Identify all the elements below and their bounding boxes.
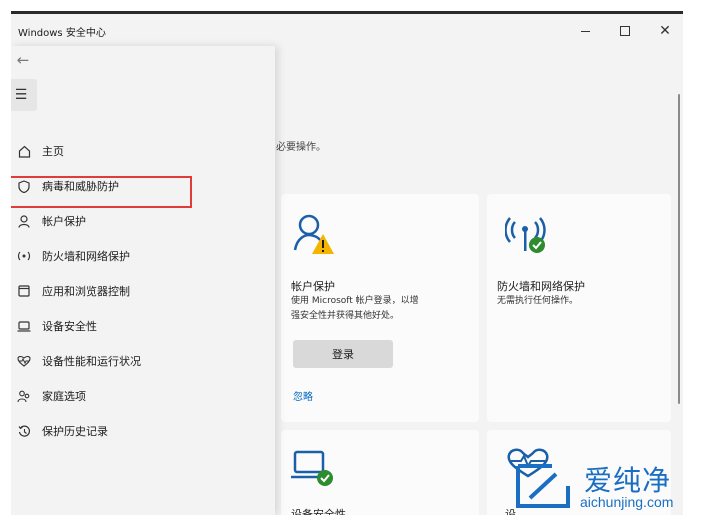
back-button[interactable]: ← xyxy=(11,48,35,72)
nav-label-app-browser-control: 应用和浏览器控制 xyxy=(42,285,130,298)
sign-in-button[interactable]: 登录 xyxy=(293,340,393,368)
nav-item-protection-history[interactable]: 保护历史记录 xyxy=(11,416,261,446)
nav-label-firewall: 防火墙和网络保护 xyxy=(42,250,130,263)
laptop-check-icon xyxy=(291,450,333,486)
maximize-button[interactable] xyxy=(611,20,639,42)
hamburger-icon: ☰ xyxy=(14,87,28,103)
back-arrow-icon: ← xyxy=(16,51,30,69)
wifi-check-icon xyxy=(505,217,546,253)
nav-item-app-browser-control[interactable]: 应用和浏览器控制 xyxy=(11,276,261,306)
ignore-link[interactable]: 忽略 xyxy=(293,388,313,403)
home-icon xyxy=(14,145,34,158)
nav-item-home[interactable]: 主页 xyxy=(11,136,261,166)
close-icon: ✕ xyxy=(659,23,671,39)
history-icon xyxy=(14,425,34,438)
nav-label-account-protection: 帐户保护 xyxy=(42,215,86,228)
maximize-icon xyxy=(620,26,630,36)
security-window: Windows 安全中心 ✕ 必要操作。 帐户保护 使用 Microsoft 帐… xyxy=(11,14,683,515)
device-security-card[interactable]: 设备安全性 xyxy=(281,430,479,515)
nav-label-family-options: 家庭选项 xyxy=(42,390,86,403)
device-security-card-title: 设备安全性 xyxy=(291,508,346,515)
account-warning-icon xyxy=(293,214,334,254)
account-card-title: 帐户保护 xyxy=(291,280,335,293)
nav-label-device-performance: 设备性能和运行状况 xyxy=(42,355,141,368)
watermark-domain-text: aichunjing.com xyxy=(580,494,674,510)
account-card-desc: 使用 Microsoft 帐户登录，以增 强安全性并获得其他好处。 xyxy=(291,294,419,324)
highlight-annotation xyxy=(11,176,192,208)
nav-label-protection-history: 保护历史记录 xyxy=(42,425,108,438)
app-title: Windows 安全中心 xyxy=(18,28,106,39)
nav-label-device-security: 设备安全性 xyxy=(42,320,97,333)
nav-item-family-options[interactable]: 家庭选项 xyxy=(11,381,261,411)
title-bar: Windows 安全中心 ✕ xyxy=(11,14,683,46)
nav-item-device-security[interactable]: 设备安全性 xyxy=(11,311,261,341)
navigation-flyout: ← ☰ 主页 病毒和威胁防护 帐户保护 防火墙和网络保护 应用和浏览器控制 设备… xyxy=(11,46,275,515)
nav-item-account-protection[interactable]: 帐户保护 xyxy=(11,206,261,236)
browser-window-icon xyxy=(14,285,34,297)
close-button[interactable]: ✕ xyxy=(651,20,679,42)
person-icon xyxy=(14,214,34,228)
wifi-icon xyxy=(14,250,34,262)
scrollbar[interactable] xyxy=(678,94,680,404)
status-subtext: 必要操作。 xyxy=(276,142,326,153)
firewall-desc-line-1: 无需执行任何操作。 xyxy=(497,296,579,306)
minimize-button[interactable] xyxy=(571,20,599,42)
nav-item-device-performance[interactable]: 设备性能和运行状况 xyxy=(11,346,261,376)
firewall-card[interactable]: 防火墙和网络保护 无需执行任何操作。 xyxy=(487,194,671,422)
account-desc-line-1: 使用 Microsoft 帐户登录，以增 xyxy=(291,296,419,306)
watermark-chinese-text: 爱纯净 xyxy=(584,464,672,497)
heart-icon xyxy=(14,355,34,367)
watermark: 爱纯净 aichunjing.com xyxy=(512,456,702,512)
firewall-card-title: 防火墙和网络保护 xyxy=(497,280,585,293)
watermark-logo-icon xyxy=(516,464,570,508)
nav-label-home: 主页 xyxy=(42,145,64,158)
firewall-card-desc: 无需执行任何操作。 xyxy=(497,294,578,309)
account-protection-card[interactable]: 帐户保护 使用 Microsoft 帐户登录，以增 强安全性并获得其他好处。 登… xyxy=(281,194,479,422)
account-desc-line-2: 强安全性并获得其他好处。 xyxy=(291,311,400,321)
laptop-icon xyxy=(14,320,34,332)
minimize-icon xyxy=(580,30,590,32)
family-icon xyxy=(14,390,34,403)
menu-button[interactable]: ☰ xyxy=(11,79,37,111)
nav-item-firewall[interactable]: 防火墙和网络保护 xyxy=(11,241,261,271)
